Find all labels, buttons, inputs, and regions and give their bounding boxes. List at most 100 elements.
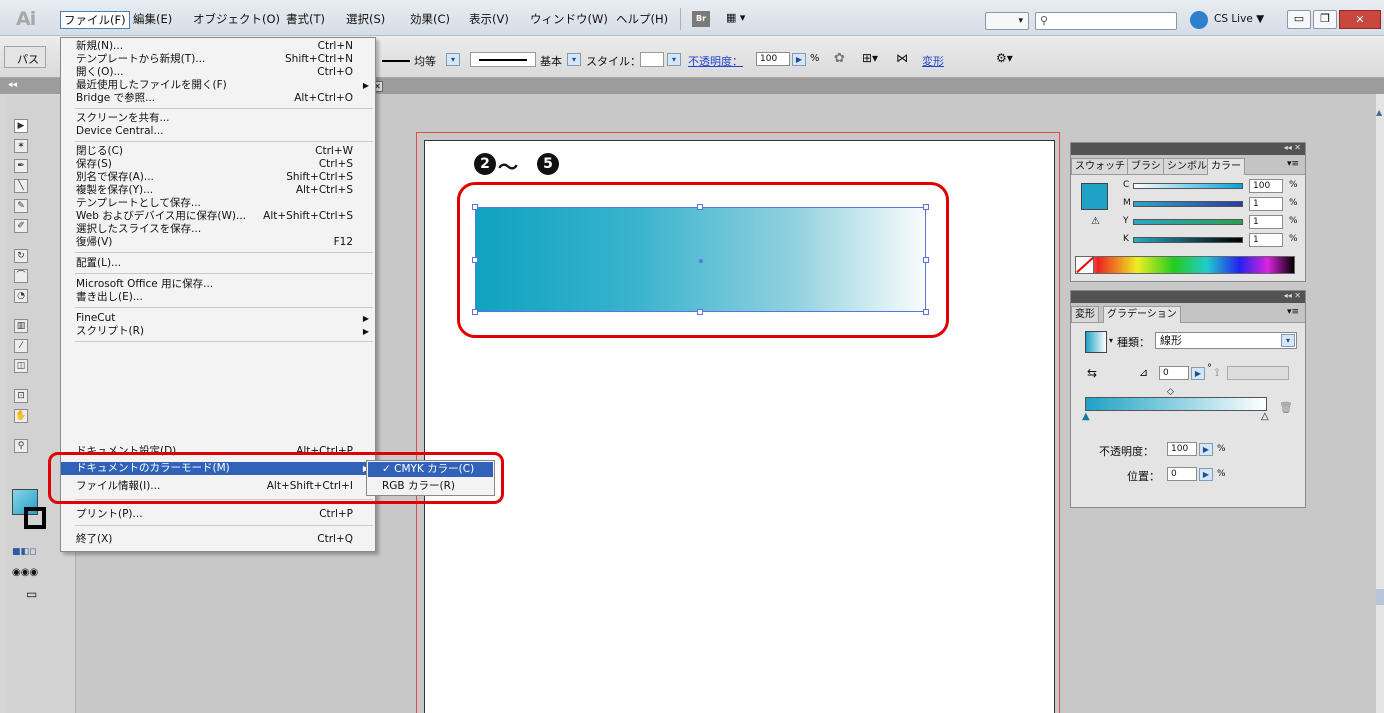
channel-y-slider[interactable] xyxy=(1133,219,1243,225)
search-field[interactable]: ⚲ xyxy=(1035,12,1177,30)
menu-item-export[interactable]: 書き出し(E)... xyxy=(61,291,375,304)
gradient-slider[interactable] xyxy=(1085,397,1267,411)
menu-item-print[interactable]: プリント(P)... Ctrl+P xyxy=(61,508,375,521)
selection-tool-icon[interactable]: ▶ xyxy=(14,119,28,133)
pencil-tool-icon[interactable]: ✎ xyxy=(14,199,28,213)
gradient-preview-swatch[interactable] xyxy=(1085,331,1107,353)
menu-item-revert[interactable]: 復帰(V) F12 xyxy=(61,236,375,249)
none-swatch-icon[interactable] xyxy=(1076,256,1094,274)
tab-gradient[interactable]: グラデーション xyxy=(1103,306,1181,323)
draw-mode-icons[interactable]: ◉◉◉ xyxy=(12,567,38,578)
tab-color[interactable]: カラー xyxy=(1207,158,1245,175)
brush-preview[interactable] xyxy=(470,52,536,67)
menu-item-save-copy[interactable]: 複製を保存(Y)... Alt+Ctrl+S xyxy=(61,184,375,197)
menu-help[interactable]: ヘルプ(H) xyxy=(613,11,671,29)
scroll-up-icon[interactable]: ▲ xyxy=(1376,108,1382,117)
stroke-swatch[interactable] xyxy=(24,507,46,529)
menu-item-save-as[interactable]: 別名で保存(A)... Shift+Ctrl+S xyxy=(61,171,375,184)
gradient-panel-menu-icon[interactable]: ▾≡ xyxy=(1287,307,1299,317)
gradient-rectangle[interactable] xyxy=(472,204,929,315)
tab-brushes[interactable]: ブラシ xyxy=(1127,158,1165,175)
channel-m-input[interactable]: 1 xyxy=(1249,197,1283,211)
handle-top-left[interactable] xyxy=(472,204,478,210)
line-tool-icon[interactable]: ╲ xyxy=(14,179,28,193)
gradient-stop-left[interactable]: ▲ xyxy=(1082,411,1090,422)
color-mode-icons[interactable]: ■◧◻ xyxy=(12,547,36,557)
menu-window[interactable]: ウィンドウ(W) xyxy=(527,11,611,29)
vertical-scrollbar[interactable]: ▲ xyxy=(1376,94,1384,713)
transform-link[interactable]: 変形 xyxy=(922,53,944,69)
menu-item-close[interactable]: 閉じる(C) Ctrl+W xyxy=(61,145,375,158)
handle-bottom-left[interactable] xyxy=(472,309,478,315)
tab-swatches[interactable]: スウォッチ xyxy=(1071,158,1129,175)
recolor-icon[interactable]: ✿ xyxy=(834,51,845,66)
handle-bottom-center[interactable] xyxy=(697,309,703,315)
opacity-link[interactable]: 不透明度： xyxy=(688,53,743,69)
opacity-input[interactable]: 100 xyxy=(756,52,790,66)
menu-item-finecut[interactable]: FineCut ▶ xyxy=(61,312,375,325)
zoom-tool-icon[interactable]: ⚲ xyxy=(14,439,28,453)
menu-object[interactable]: オブジェクト(O) xyxy=(190,11,283,29)
align-icon[interactable]: ⊞▾ xyxy=(862,51,878,65)
workspace-dropdown[interactable]: ▾ xyxy=(985,12,1029,30)
menu-item-save-template[interactable]: テンプレートとして保存... xyxy=(61,197,375,210)
distribute-icon[interactable]: ⋈ xyxy=(896,51,908,65)
minimize-button[interactable]: ▭ xyxy=(1287,10,1311,29)
color-panel-close-icon[interactable]: ◂◂ ✕ xyxy=(1284,143,1301,152)
scroll-thumb[interactable] xyxy=(1376,589,1384,605)
menu-file[interactable]: ファイル(F) xyxy=(60,11,130,29)
menu-item-scripts[interactable]: スクリプト(R) ▶ xyxy=(61,325,375,338)
type-dropdown[interactable]: 線形 xyxy=(1155,332,1297,349)
magic-wand-tool-icon[interactable]: ✶ xyxy=(14,139,28,153)
blob-brush-tool-icon[interactable]: ✐ xyxy=(14,219,28,233)
bridge-icon[interactable]: Br xyxy=(692,11,710,27)
handle-top-center[interactable] xyxy=(697,204,703,210)
menu-effect[interactable]: 効果(C) xyxy=(407,11,453,29)
slice-tool-icon[interactable]: ◫ xyxy=(14,359,28,373)
menu-item-exit[interactable]: 終了(X) Ctrl+Q xyxy=(61,533,375,546)
restore-button[interactable]: ❐ xyxy=(1313,10,1337,29)
collapse-tools-icon[interactable]: ◂◂ xyxy=(8,80,17,90)
workspace-icon[interactable]: ▦ ▾ xyxy=(726,11,760,27)
gradient-stop-right[interactable]: △ xyxy=(1261,411,1269,422)
menu-item-save-ms-office[interactable]: Microsoft Office 用に保存... xyxy=(61,278,375,291)
screen-mode-icon[interactable]: ▭ xyxy=(26,587,37,601)
eyedropper-tool-icon[interactable]: ⁄ xyxy=(14,339,28,353)
menu-item-save[interactable]: 保存(S) Ctrl+S xyxy=(61,158,375,171)
reverse-gradient-icon[interactable]: ⇆ xyxy=(1087,366,1097,380)
close-button[interactable]: ✕ xyxy=(1339,10,1381,29)
menu-item-new[interactable]: 新規(N)... Ctrl+N xyxy=(61,40,375,53)
brush-dropdown[interactable]: ▾ xyxy=(567,53,581,66)
color-spectrum-bar[interactable] xyxy=(1075,256,1295,274)
location-dropdown-icon[interactable]: ▶ xyxy=(1199,468,1213,481)
stroke-profile-dropdown[interactable]: ▾ xyxy=(446,53,460,66)
gradient-opacity-input[interactable]: 100 xyxy=(1167,442,1197,456)
color-panel-menu-icon[interactable]: ▾≡ xyxy=(1287,159,1299,169)
channel-m-slider[interactable] xyxy=(1133,201,1243,207)
rotate-tool-icon[interactable]: ↻ xyxy=(14,249,28,263)
menu-item-place[interactable]: 配置(L)... xyxy=(61,257,375,270)
menu-view[interactable]: 表示(V) xyxy=(466,11,512,29)
tab-transform[interactable]: 変形 xyxy=(1071,306,1099,323)
graph-tool-icon[interactable]: ▥ xyxy=(14,319,28,333)
width-tool-icon[interactable]: ⌒ xyxy=(14,269,28,283)
location-input[interactable]: 0 xyxy=(1167,467,1197,481)
hand-tool-icon[interactable]: ✋ xyxy=(14,409,28,423)
type-dropdown-icon[interactable]: ▾ xyxy=(1281,334,1295,347)
opacity-slider-button[interactable]: ▶ xyxy=(792,53,806,66)
angle-dropdown-icon[interactable]: ▶ xyxy=(1191,367,1205,380)
gradient-midpoint-icon[interactable]: ◇ xyxy=(1167,387,1174,397)
menu-select[interactable]: 選択(S) xyxy=(343,11,388,29)
handle-top-right[interactable] xyxy=(923,204,929,210)
isolate-icon[interactable]: ⚙▾ xyxy=(996,51,1013,65)
angle-input[interactable]: 0 xyxy=(1159,366,1189,380)
channel-k-slider[interactable] xyxy=(1133,237,1243,243)
color-fill-swatch[interactable] xyxy=(1081,183,1108,210)
artboard-tool-icon[interactable]: ⊡ xyxy=(14,389,28,403)
channel-c-input[interactable]: 100 xyxy=(1249,179,1283,193)
style-dropdown[interactable]: ▾ xyxy=(667,53,681,66)
menu-item-browse-bridge[interactable]: Bridge で参照... Alt+Ctrl+O xyxy=(61,92,375,105)
menu-edit[interactable]: 編集(E) xyxy=(130,11,175,29)
cslive-button[interactable]: CS Live ▼ xyxy=(1214,13,1264,25)
channel-c-slider[interactable] xyxy=(1133,183,1243,189)
